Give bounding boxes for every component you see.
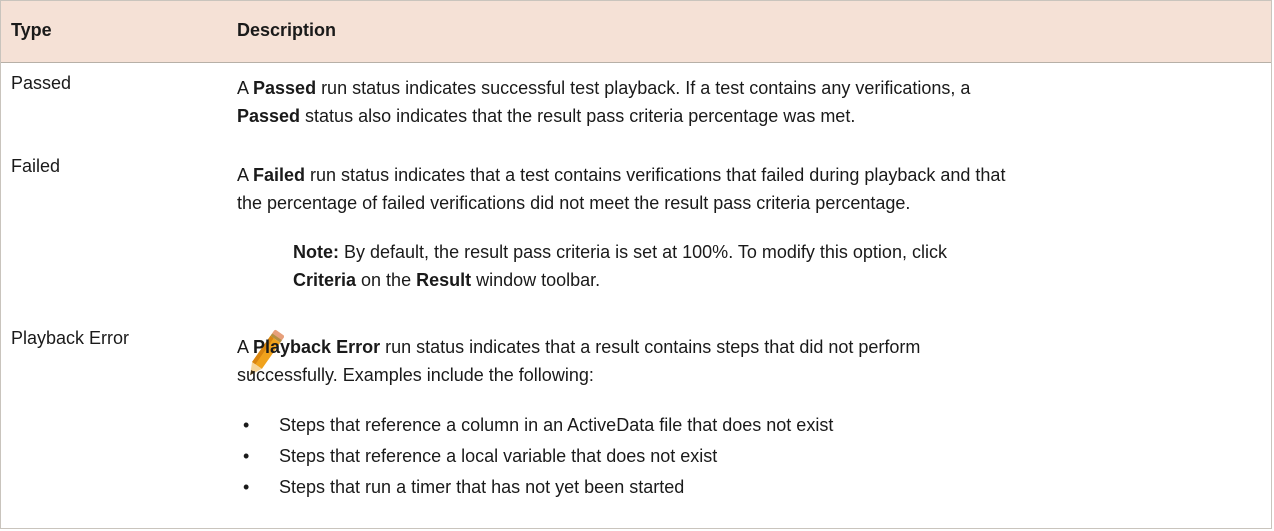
- status-table: Type Description Passed A Passed run sta…: [0, 0, 1272, 529]
- examples-list: • Steps that reference a column in an Act…: [237, 410, 1265, 503]
- list-item: • Steps that reference a local variable t…: [237, 441, 1265, 472]
- note-line-1: Note: By default, the result pass criter…: [293, 238, 1253, 266]
- text-run: A: [237, 78, 254, 98]
- playback-line-1: A Playback Error run status indicates th…: [237, 333, 1265, 361]
- text-run: status also indicates that the result pa…: [300, 106, 856, 126]
- row-type-playback-error: Playback Error: [11, 328, 130, 348]
- row-description-passed: A Passed run status indicates successful…: [237, 74, 1265, 130]
- text-run: on the: [356, 270, 417, 290]
- text-run: run status indicates successful test pla…: [316, 78, 971, 98]
- row-description-playback-error: A Playback Error run status indicates th…: [237, 333, 1265, 389]
- row-type-passed: Passed: [11, 73, 72, 93]
- bold-term: Result: [416, 270, 472, 290]
- text-run: A: [237, 337, 254, 357]
- bold-term: Passed: [237, 106, 301, 126]
- list-item: • Steps that run a timer that has not yet…: [237, 472, 1265, 503]
- list-item-text: Steps that reference a column in an Acti…: [279, 415, 834, 435]
- bold-term: Failed: [253, 165, 306, 185]
- list-item: • Steps that reference a column in an Act…: [237, 410, 1265, 441]
- table-header: Type Description: [1, 1, 1271, 63]
- bold-term: Passed: [253, 78, 317, 98]
- bold-term: Playback Error: [253, 337, 381, 357]
- type-column-header: Type: [11, 20, 52, 40]
- row-description-failed: A Failed run status indicates that a tes…: [237, 161, 1265, 217]
- text-run: run status indicates that a result conta…: [380, 337, 921, 357]
- description-column-header: Description: [237, 20, 337, 40]
- note-block: Note: By default, the result pass criter…: [293, 238, 1253, 294]
- passed-line-2: Passed status also indicates that the re…: [237, 102, 1265, 130]
- note-label: Note:: [293, 242, 339, 262]
- failed-line-2: the percentage of failed verifications d…: [237, 193, 911, 213]
- failed-line-1: A Failed run status indicates that a tes…: [237, 161, 1265, 189]
- note-line-2: Criteria on the Result window toolbar.: [293, 266, 1253, 294]
- examples-list-wrap: • Steps that reference a column in an Act…: [237, 410, 1265, 503]
- text-run: run status indicates that a test contain…: [305, 165, 1006, 185]
- bullet-icon: •: [243, 446, 250, 466]
- playback-line-2: successfully. Examples include the follo…: [237, 365, 594, 385]
- bullet-icon: •: [243, 477, 250, 497]
- text-run: A: [237, 165, 254, 185]
- text-run: window toolbar.: [471, 270, 601, 290]
- bold-term: Criteria: [293, 270, 357, 290]
- list-item-text: Steps that reference a local variable th…: [279, 446, 718, 466]
- text-run: By default, the result pass criteria is …: [339, 242, 947, 262]
- row-type-failed: Failed: [11, 156, 61, 176]
- bullet-icon: •: [243, 415, 250, 435]
- list-item-text: Steps that run a timer that has not yet …: [279, 477, 685, 497]
- passed-line-1: A Passed run status indicates successful…: [237, 74, 1265, 102]
